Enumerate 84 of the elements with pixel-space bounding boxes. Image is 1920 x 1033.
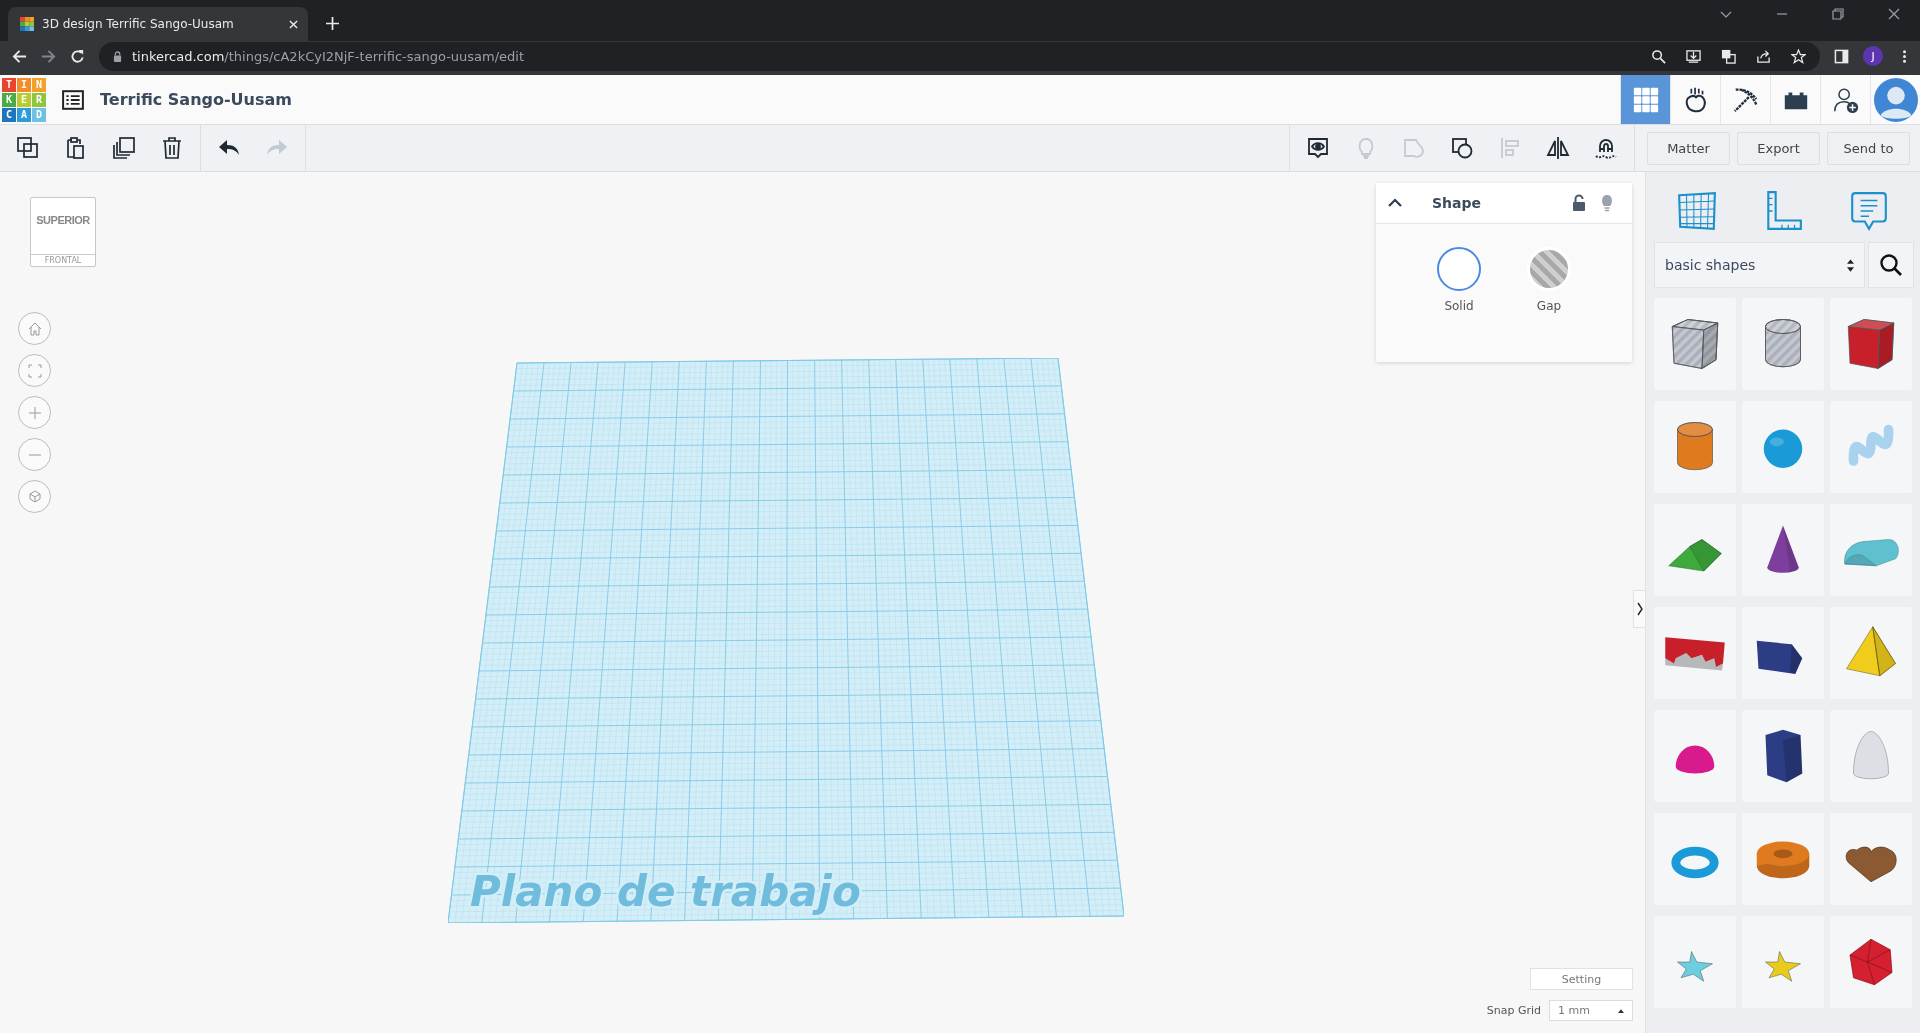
search-button[interactable] (1868, 242, 1914, 288)
avatar-icon (1873, 77, 1918, 122)
back-icon[interactable] (12, 48, 27, 64)
duplicate-icon (112, 136, 136, 160)
shape-tile[interactable] (1830, 298, 1912, 390)
shape-tile[interactable] (1654, 607, 1736, 699)
star-icon[interactable] (1791, 48, 1806, 64)
plus-icon (26, 404, 43, 421)
profile-avatar[interactable]: J (1863, 46, 1883, 66)
address-field[interactable]: tinkercad.com/things/cA2kCyI2NjF-terrific-sango-uusam/edit (99, 41, 1820, 71)
install-icon[interactable] (1686, 48, 1701, 64)
category-select[interactable]: basic shapes (1654, 242, 1865, 288)
search-icon[interactable] (1651, 48, 1666, 64)
group-icon (1402, 136, 1426, 160)
workplane-tool-icon (1676, 190, 1718, 232)
shape-tile[interactable] (1654, 916, 1736, 1008)
align-icon (1498, 136, 1522, 160)
shape-tile[interactable] (1742, 504, 1824, 596)
panel-toggle[interactable] (1633, 590, 1645, 628)
lock-icon[interactable] (1572, 194, 1586, 212)
swatch-label: Gap (1536, 299, 1562, 313)
caret-icon (1618, 1008, 1624, 1013)
tinkercad-logo[interactable]: T I N K E R C A D (2, 77, 46, 122)
shape-tile[interactable] (1830, 607, 1912, 699)
design-title[interactable]: Terrific Sango-Uusam (100, 90, 292, 109)
shape-tile[interactable] (1654, 298, 1736, 390)
pickaxe-icon (1731, 85, 1760, 114)
snap-grid-label: Snap Grid (1486, 1004, 1541, 1017)
square-circle-icon (1450, 136, 1474, 160)
grid-icon (1631, 85, 1660, 114)
shape-tile[interactable] (1742, 401, 1824, 493)
shape-tile[interactable] (1654, 710, 1736, 802)
shape-tile[interactable] (1654, 401, 1736, 493)
trash-icon (160, 136, 184, 160)
cube-icon (26, 488, 43, 505)
shape-tile[interactable] (1830, 813, 1912, 905)
settings-button[interactable]: Setting (1530, 968, 1633, 990)
shape-tile[interactable] (1830, 916, 1912, 1008)
lightbulb-icon[interactable] (1600, 194, 1614, 212)
mirror-icon (1546, 136, 1570, 160)
chevron-icon[interactable] (1388, 198, 1402, 208)
shape-tile[interactable] (1830, 401, 1912, 493)
view-cube-top-label: SUPERIOR (36, 214, 90, 226)
note-eye-icon (1306, 136, 1330, 160)
sort-arrows-icon (1847, 258, 1854, 272)
shape-tile[interactable] (1654, 813, 1736, 905)
action-button[interactable]: Matter (1647, 131, 1730, 165)
side-panel-icon[interactable] (1834, 48, 1849, 64)
new-tab-icon[interactable] (326, 17, 339, 30)
user-avatar[interactable] (1870, 75, 1920, 124)
view-cube[interactable]: SUPERIOR FRONTAL (30, 197, 96, 267)
shape-tile[interactable] (1830, 504, 1912, 596)
magnet-icon (1594, 136, 1618, 160)
shape-tile[interactable] (1654, 504, 1736, 596)
share-icon[interactable] (1756, 48, 1771, 64)
snap-grid-select[interactable]: 1 mm (1549, 1000, 1633, 1021)
search-icon (1879, 253, 1903, 277)
fit-frame-icon (26, 362, 43, 379)
tinkercad-favicon-icon (20, 17, 34, 31)
copy-icon (16, 136, 40, 160)
close-icon[interactable] (1888, 7, 1900, 20)
note-icon (1848, 190, 1890, 232)
home-icon (26, 320, 43, 337)
minus-icon (26, 453, 43, 456)
shape-tile[interactable] (1742, 813, 1824, 905)
action-button[interactable]: Send to (1827, 131, 1910, 165)
shape-tile[interactable] (1742, 710, 1824, 802)
lock-icon (113, 50, 122, 62)
shape-tile[interactable] (1742, 607, 1824, 699)
swatch-label: Solid (1444, 299, 1474, 313)
shape-tile[interactable] (1742, 916, 1824, 1008)
reload-icon[interactable] (70, 48, 85, 64)
restore-icon[interactable] (1832, 7, 1844, 20)
chevron-icon (1636, 602, 1643, 616)
action-button[interactable]: Export (1737, 131, 1820, 165)
solid-swatch[interactable] (1437, 247, 1481, 291)
shape-tile[interactable] (1830, 710, 1912, 802)
hole-swatch[interactable] (1527, 247, 1571, 291)
forward-icon[interactable] (41, 48, 56, 64)
browser-tab[interactable]: 3D design Terrific Sango-Uusam (8, 7, 308, 41)
panel-title: Shape (1432, 195, 1481, 211)
view-cube-front-label: FRONTAL (31, 254, 95, 266)
design-list-icon[interactable] (62, 89, 84, 110)
shape-tile[interactable] (1742, 298, 1824, 390)
